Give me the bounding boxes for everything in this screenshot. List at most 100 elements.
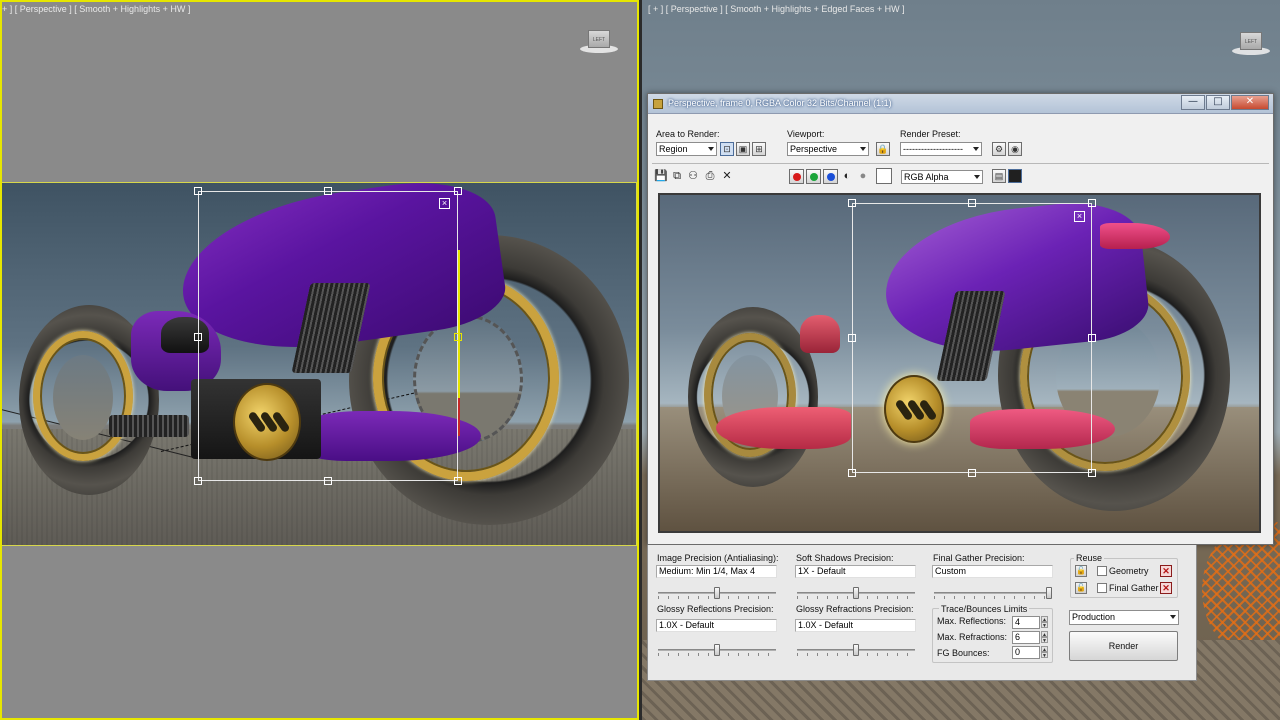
alpha-channel-icon[interactable]: ◐: [840, 169, 854, 183]
window-titlebar[interactable]: Perspective, frame 0, RGBA Color 32 Bits…: [648, 94, 1273, 114]
viewport-value: Perspective: [790, 144, 838, 154]
blue-channel-icon: [827, 173, 835, 181]
final-gather-lock-icon[interactable]: 🔓: [1075, 582, 1087, 594]
max-reflections-spinner[interactable]: ▲ ▼: [1041, 616, 1048, 629]
chevron-down-icon: [708, 147, 714, 151]
channel-display-dropdown[interactable]: RGB Alpha: [901, 170, 983, 184]
region-handle-bl[interactable]: [848, 469, 856, 477]
spinner-down-icon[interactable]: ▼: [1041, 622, 1048, 629]
clear-final-gather-cache-icon[interactable]: ✕: [1160, 582, 1172, 594]
close-button[interactable]: ✕: [1231, 95, 1269, 110]
region-handle-mr[interactable]: [454, 333, 462, 341]
lock-viewport-button[interactable]: 🔒: [876, 142, 890, 156]
region-handle-br[interactable]: [454, 477, 462, 485]
soft-shadows-slider[interactable]: [797, 587, 915, 599]
render-preset-label: Render Preset:: [900, 129, 961, 139]
slider-thumb[interactable]: [714, 587, 720, 599]
left-viewport[interactable]: + ] [ Perspective ] [ Smooth + Highlight…: [0, 0, 639, 720]
maximize-button[interactable]: □: [1206, 95, 1230, 110]
max-refractions-spinner[interactable]: ▲ ▼: [1041, 631, 1048, 644]
geometry-lock-icon[interactable]: 🔓: [1075, 565, 1087, 577]
minimize-button[interactable]: —: [1181, 95, 1205, 110]
render-preset-value: --------------------: [903, 144, 963, 154]
slider-thumb[interactable]: [714, 644, 720, 656]
region-handle-bl[interactable]: [194, 477, 202, 485]
red-channel-button[interactable]: [789, 169, 804, 184]
spinner-up-icon[interactable]: ▲: [1041, 616, 1048, 623]
spinner-down-icon[interactable]: ▼: [1041, 637, 1048, 644]
viewport-dropdown[interactable]: Perspective: [787, 142, 869, 156]
left-viewport-label[interactable]: + ] [ Perspective ] [ Smooth + Highlight…: [2, 4, 190, 14]
render-mode-dropdown[interactable]: Production: [1069, 610, 1179, 625]
print-icon[interactable]: ⎙: [703, 169, 717, 183]
clone-icon[interactable]: ⚇: [686, 169, 700, 183]
region-handle-tm[interactable]: [324, 187, 332, 195]
clear-icon[interactable]: ✕: [720, 169, 734, 183]
environment-button[interactable]: ◉: [1008, 142, 1022, 156]
render-button[interactable]: Render: [1069, 631, 1178, 661]
viewcube-face-left[interactable]: LEFT: [588, 30, 610, 48]
region-handle-tm[interactable]: [968, 199, 976, 207]
max-reflections-input[interactable]: 4: [1012, 616, 1040, 629]
auto-region-button[interactable]: ▣: [736, 142, 750, 156]
region-handle-ml[interactable]: [194, 333, 202, 341]
image-precision-slider[interactable]: [658, 587, 776, 599]
slider-thumb[interactable]: [853, 644, 859, 656]
clear-geometry-cache-icon[interactable]: ✕: [1160, 565, 1172, 577]
blue-channel-button[interactable]: [823, 169, 838, 184]
right-viewport-label[interactable]: [ + ] [ Perspective ] [ Smooth + Highlig…: [648, 4, 905, 14]
spinner-up-icon[interactable]: ▲: [1041, 646, 1048, 653]
gizmo-z-axis: [458, 398, 460, 436]
region-close-icon[interactable]: ×: [1074, 211, 1085, 222]
save-icon[interactable]: 💾: [654, 169, 668, 183]
pink-tank: [1100, 223, 1170, 249]
glossy-refractions-slider[interactable]: [797, 644, 915, 656]
region-handle-tr[interactable]: [1088, 199, 1096, 207]
red-channel-icon: [793, 173, 801, 181]
region-handle-tl[interactable]: [848, 199, 856, 207]
max-refractions-input[interactable]: 6: [1012, 631, 1040, 644]
region-handle-ml[interactable]: [848, 334, 856, 342]
fg-bounces-spinner[interactable]: ▲ ▼: [1041, 646, 1048, 659]
edit-region-button[interactable]: ⊡: [720, 142, 734, 156]
green-channel-button[interactable]: [806, 169, 821, 184]
rendered-image-area[interactable]: ×: [658, 193, 1261, 533]
spinner-up-icon[interactable]: ▲: [1041, 631, 1048, 638]
render-region-box[interactable]: [852, 203, 1092, 473]
toggle-ui-button[interactable]: [1008, 169, 1022, 183]
toggle-ui-overlays-button[interactable]: ▤: [992, 169, 1006, 183]
region-options-button[interactable]: ⊞: [752, 142, 766, 156]
region-handle-bm[interactable]: [968, 469, 976, 477]
max-refractions-label: Max. Refractions:: [937, 632, 1008, 642]
area-to-render-dropdown[interactable]: Region: [656, 142, 717, 156]
viewcube-face-left[interactable]: LEFT: [1240, 32, 1262, 50]
trace-bounces-label: Trace/Bounces Limits: [939, 604, 1030, 614]
region-close-icon[interactable]: ×: [439, 198, 450, 209]
render-region-box[interactable]: [198, 191, 460, 481]
swatch-color-button[interactable]: [876, 168, 892, 184]
monochrome-icon[interactable]: ●: [856, 169, 870, 183]
region-handle-tr[interactable]: [454, 187, 462, 195]
final-gather-checkbox[interactable]: [1097, 583, 1107, 593]
slider-ticks: [934, 596, 1052, 599]
slider-thumb[interactable]: [853, 587, 859, 599]
fg-bounces-input[interactable]: 0: [1012, 646, 1040, 659]
left-viewcube[interactable]: LEFT: [580, 30, 618, 53]
slider-thumb[interactable]: [1046, 587, 1052, 599]
final-gather-slider[interactable]: [934, 587, 1052, 599]
glossy-reflections-slider[interactable]: [658, 644, 776, 656]
fg-bounces-label: FG Bounces:: [937, 648, 990, 658]
rendered-frame-window[interactable]: Perspective, frame 0, RGBA Color 32 Bits…: [647, 93, 1274, 545]
right-viewcube[interactable]: LEFT: [1232, 32, 1270, 55]
render-setup-button[interactable]: ⚙: [992, 142, 1006, 156]
region-handle-br[interactable]: [1088, 469, 1096, 477]
region-handle-bm[interactable]: [324, 477, 332, 485]
copy-icon[interactable]: ⧉: [670, 169, 684, 183]
geometry-checkbox[interactable]: [1097, 566, 1107, 576]
chevron-down-icon: [973, 147, 979, 151]
region-handle-mr[interactable]: [1088, 334, 1096, 342]
render-preset-dropdown[interactable]: --------------------: [900, 142, 982, 156]
region-handle-tl[interactable]: [194, 187, 202, 195]
green-channel-icon: [810, 173, 818, 181]
spinner-down-icon[interactable]: ▼: [1041, 652, 1048, 659]
